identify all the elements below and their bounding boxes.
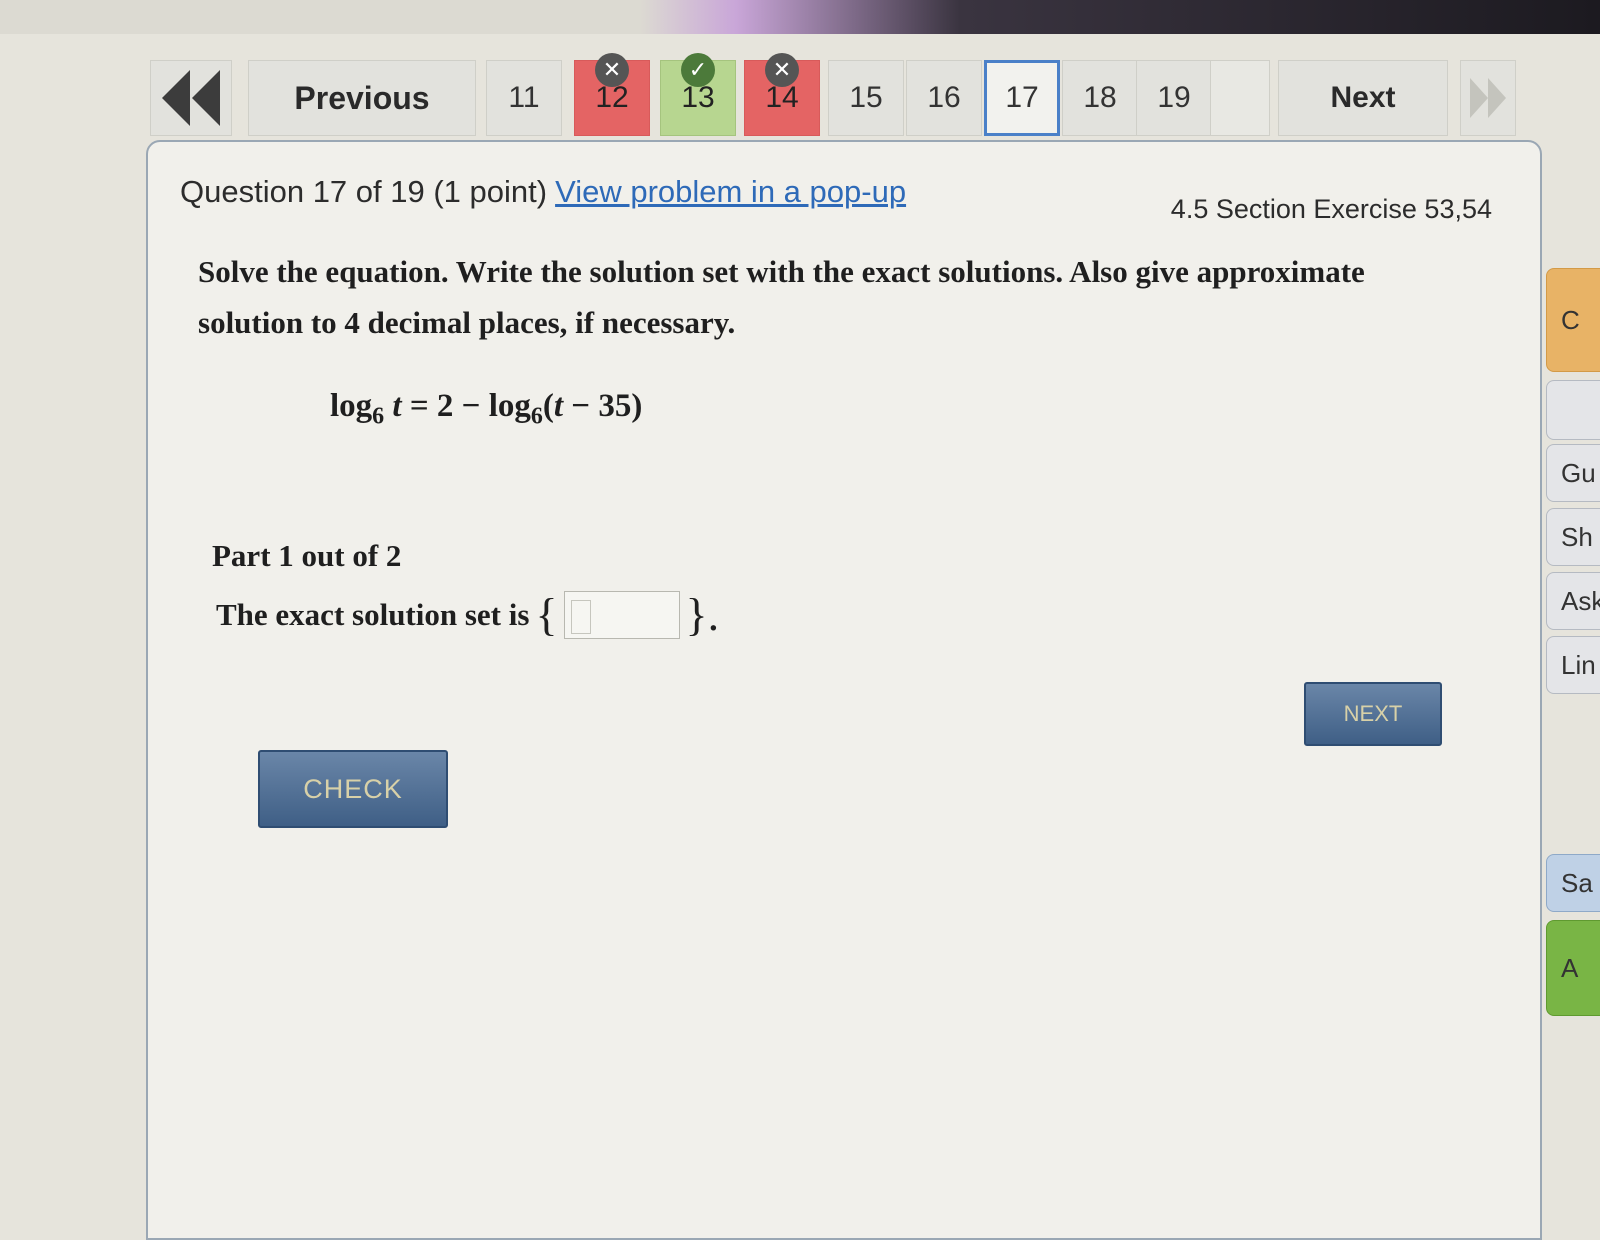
question-11-button[interactable]: 11 bbox=[486, 60, 562, 136]
window-top-bar bbox=[0, 0, 1600, 34]
first-question-button[interactable] bbox=[150, 60, 232, 136]
question-14-button[interactable]: ✕ 14 bbox=[744, 53, 820, 136]
popup-link[interactable]: View problem in a pop-up bbox=[555, 174, 906, 209]
side-tool-save-button[interactable]: Sa bbox=[1546, 854, 1600, 912]
answer-prompt: The exact solution set is bbox=[216, 596, 530, 632]
question-16-button[interactable]: 16 bbox=[906, 60, 982, 136]
question-number: 17 bbox=[1005, 81, 1039, 114]
question-13-button[interactable]: ✓ 13 bbox=[660, 53, 736, 136]
question-number: 18 bbox=[1083, 81, 1117, 114]
question-19-button[interactable]: 19 bbox=[1136, 60, 1212, 136]
question-number: 15 bbox=[849, 81, 883, 114]
incorrect-x-icon: ✕ bbox=[765, 53, 799, 87]
side-tool-link-button[interactable]: Lin bbox=[1546, 636, 1600, 694]
equation: log6 t = 2 − log6(t − 35) bbox=[330, 388, 643, 430]
double-left-arrow-icon bbox=[162, 70, 220, 126]
question-counter: Question 17 of 19 (1 point) bbox=[180, 174, 548, 209]
next-button[interactable]: Next bbox=[1278, 60, 1448, 136]
last-question-button[interactable] bbox=[1460, 60, 1516, 136]
question-header: Question 17 of 19 (1 point) View problem … bbox=[180, 174, 906, 210]
side-tool-button[interactable] bbox=[1546, 380, 1600, 440]
question-18-button[interactable]: 18 bbox=[1062, 60, 1138, 136]
open-brace: { bbox=[535, 589, 558, 640]
question-17-button[interactable]: 17 bbox=[984, 60, 1060, 136]
question-navigation: Previous 11 ✕ 12 ✓ 13 ✕ 14 15 16 17 18 1… bbox=[150, 52, 1540, 144]
side-tool-button[interactable]: C bbox=[1546, 268, 1600, 372]
question-12-button[interactable]: ✕ 12 bbox=[574, 53, 650, 136]
side-tool-ask-button[interactable]: Ask bbox=[1546, 572, 1600, 630]
answer-row: The exact solution set is { }. bbox=[216, 588, 725, 641]
check-button[interactable]: CHECK bbox=[258, 750, 448, 828]
question-blank-slot[interactable] bbox=[1210, 60, 1270, 136]
question-number: 16 bbox=[927, 81, 961, 114]
side-tool-show-button[interactable]: Sh bbox=[1546, 508, 1600, 566]
correct-check-icon: ✓ bbox=[681, 53, 715, 87]
side-tool-guided-button[interactable]: Gu bbox=[1546, 444, 1600, 502]
previous-button[interactable]: Previous bbox=[248, 60, 476, 136]
question-15-button[interactable]: 15 bbox=[828, 60, 904, 136]
incorrect-x-icon: ✕ bbox=[595, 53, 629, 87]
question-panel: Question 17 of 19 (1 point) View problem … bbox=[146, 140, 1542, 1240]
section-label: 4.5 Section Exercise 53,54 bbox=[1170, 194, 1492, 224]
double-right-arrow-icon bbox=[1470, 78, 1506, 118]
close-brace: }. bbox=[685, 589, 720, 640]
side-tool-green-button[interactable]: A bbox=[1546, 920, 1600, 1016]
question-number: 19 bbox=[1157, 81, 1191, 114]
problem-instructions: Solve the equation. Write the solution s… bbox=[198, 254, 1365, 340]
solution-set-input[interactable] bbox=[563, 590, 680, 639]
part-label: Part 1 out of 2 bbox=[212, 538, 402, 573]
question-number: 11 bbox=[508, 81, 540, 114]
next-part-button[interactable]: NEXT bbox=[1304, 682, 1442, 746]
